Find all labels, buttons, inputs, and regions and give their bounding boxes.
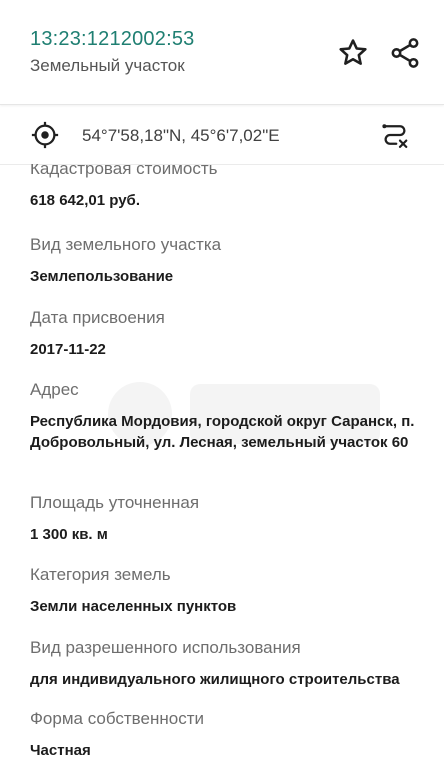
field-label: Вид разрешенного использования: [30, 638, 301, 657]
route-icon: [382, 124, 408, 148]
app-header: 13:23:1212002:53 Земельный участок: [0, 0, 444, 105]
field-value: Республика Мордовия, городской округ Сар…: [30, 413, 415, 451]
details-list[interactable]: Кадастровая стоимость 618 642,01 руб. Ви…: [0, 164, 444, 768]
object-type-subtitle: Земельный участок: [30, 56, 185, 75]
field-value: Частная: [30, 742, 91, 759]
field-label: Дата присвоения: [30, 308, 165, 327]
field-value: 1 300 кв. м: [30, 526, 108, 543]
field-value: 618 642,01 руб.: [30, 192, 140, 209]
share-button[interactable]: [388, 36, 422, 70]
field-assignment-date: Дата присвоения 2017-11-22: [30, 307, 436, 360]
star-icon: [339, 39, 367, 65]
field-value: 2017-11-22: [30, 341, 106, 358]
field-permitted-use: Вид разрешенного использования для индив…: [30, 637, 436, 690]
locate-button[interactable]: [30, 120, 60, 150]
share-icon: [391, 38, 419, 68]
field-label: Площадь уточненная: [30, 493, 200, 512]
field-value: Землепользование: [30, 268, 174, 285]
cadastral-number-title: 13:23:1212002:53: [30, 28, 195, 50]
route-button[interactable]: [380, 120, 410, 150]
field-land-type: Вид земельного участка Землепользование: [30, 234, 436, 287]
field-label: Кадастровая стоимость: [30, 164, 218, 178]
crosshair-icon: [31, 121, 59, 149]
field-land-category: Категория земель Земли населенных пункто…: [30, 564, 436, 617]
coordinates-bar: 54°7'58,18"N, 45°6'7,02"E: [0, 108, 444, 165]
field-address: Адрес Республика Мордовия, городской окр…: [30, 379, 436, 453]
field-area: Площадь уточненная 1 300 кв. м: [30, 492, 436, 545]
coordinates-text[interactable]: 54°7'58,18"N, 45°6'7,02"E: [82, 126, 280, 146]
field-ownership-form: Форма собственности Частная: [30, 708, 436, 761]
favorite-button[interactable]: [336, 36, 370, 70]
field-cadastral-value: Кадастровая стоимость 618 642,01 руб.: [30, 164, 436, 211]
field-label: Категория земель: [30, 565, 171, 584]
field-label: Вид земельного участка: [30, 235, 222, 254]
field-label: Адрес: [30, 380, 79, 399]
field-label: Форма собственности: [30, 709, 204, 728]
field-value: для индивидуального жилищного строительс…: [30, 671, 400, 688]
field-value: Земли населенных пунктов: [30, 598, 237, 615]
